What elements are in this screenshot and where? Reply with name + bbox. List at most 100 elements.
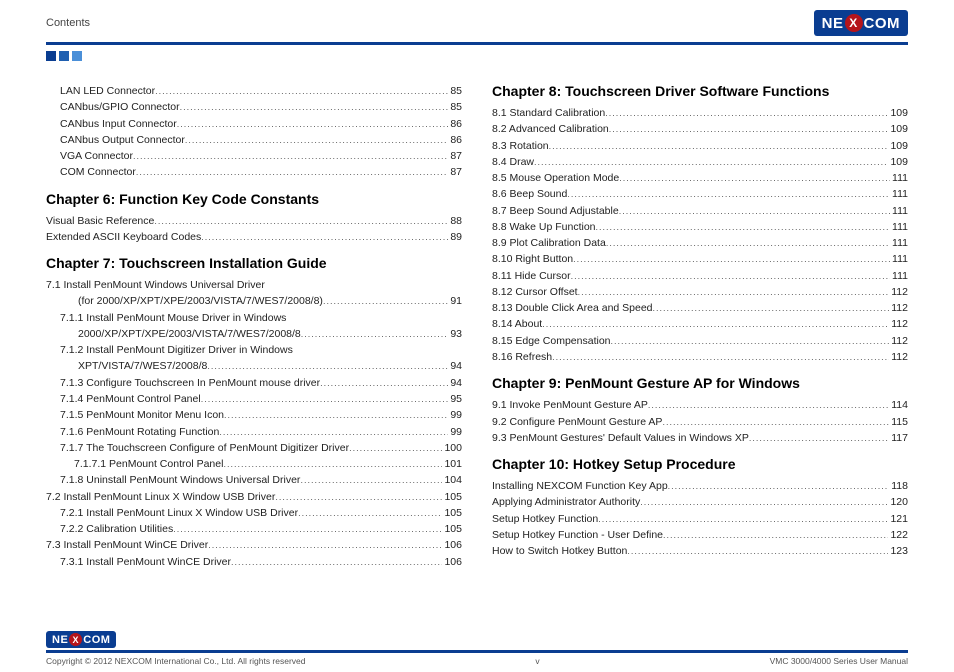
toc-entry[interactable]: Extended ASCII Keyboard Codes 89 — [46, 229, 462, 245]
toc-entry[interactable]: 8.5 Mouse Operation Mode111 — [492, 170, 908, 186]
decorative-squares — [46, 51, 954, 61]
toc-leader-dots — [573, 251, 890, 267]
toc-leader-dots — [155, 83, 448, 99]
toc-entry-page: 86 — [448, 132, 462, 148]
toc-entry-page: 112 — [889, 349, 908, 365]
toc-entry[interactable]: 8.16 Refresh112 — [492, 349, 908, 365]
toc-entry[interactable]: 7.1.2 Install PenMount Digitizer Driver … — [46, 342, 462, 358]
toc-entry[interactable]: 8.9 Plot Calibration Data111 — [492, 235, 908, 251]
toc-entry[interactable]: 8.2 Advanced Calibration109 — [492, 121, 908, 137]
toc-entry-label: 8.13 Double Click Area and Speed — [492, 300, 653, 316]
toc-entry-label: 7.1.2 Install PenMount Digitizer Driver … — [60, 342, 293, 358]
toc-entry-label: 2000/XP/XPT/XPE/2003/VISTA/7/WES7/2008/8 — [78, 326, 301, 342]
toc-entry-label: 8.8 Wake Up Function — [492, 219, 596, 235]
toc-entry[interactable]: 8.14 About112 — [492, 316, 908, 332]
toc-entry[interactable]: 8.4 Draw109 — [492, 154, 908, 170]
toc-entry[interactable]: Visual Basic Reference88 — [46, 213, 462, 229]
toc-entry[interactable]: 7.1.6 PenMount Rotating Function99 — [46, 424, 462, 440]
toc-leader-dots — [549, 138, 889, 154]
toc-entry[interactable]: Installing NEXCOM Function Key App118 — [492, 478, 908, 494]
chapter-7-title: Chapter 7: Touchscreen Installation Guid… — [46, 255, 462, 271]
toc-entry-page: 101 — [442, 456, 462, 472]
toc-entry-page: 106 — [442, 554, 462, 570]
toc-entry[interactable]: XPT/VISTA/7/WES7/2008/894 — [46, 358, 462, 374]
toc-leader-dots — [653, 300, 890, 316]
toc-entry-page: 106 — [442, 537, 462, 553]
toc-entry-page: 109 — [888, 105, 908, 121]
toc-entry[interactable]: 7.3 Install PenMount WinCE Driver106 — [46, 537, 462, 553]
right-column: Chapter 8: Touchscreen Driver Software F… — [492, 83, 908, 570]
toc-pre-list: LAN LED Connector85CANbus/GPIO Connector… — [46, 83, 462, 181]
toc-entry[interactable]: How to Switch Hotkey Button123 — [492, 543, 908, 559]
toc-entry[interactable]: 7.1.4 PenMount Control Panel95 — [46, 391, 462, 407]
toc-entry-page: 112 — [889, 316, 908, 332]
toc-leader-dots — [223, 456, 442, 472]
toc-entry[interactable]: VGA Connector87 — [46, 148, 462, 164]
toc-entry-page: 95 — [448, 391, 462, 407]
toc-entry[interactable]: 7.1.3 Configure Touchscreen In PenMount … — [46, 375, 462, 391]
toc-entry[interactable]: 8.13 Double Click Area and Speed112 — [492, 300, 908, 316]
toc-entry[interactable]: 8.6 Beep Sound 111 — [492, 186, 908, 202]
toc-entry[interactable]: 8.7 Beep Sound Adjustable111 — [492, 203, 908, 219]
toc-entry[interactable]: 7.2.1 Install PenMount Linux X Window US… — [46, 505, 462, 521]
toc-entry-page: 111 — [890, 186, 908, 202]
toc-entry-page: 91 — [448, 293, 462, 309]
toc-entry-label: 8.11 Hide Cursor — [492, 268, 571, 284]
toc-entry-label: CANbus Input Connector — [60, 116, 177, 132]
toc-entry[interactable]: 8.12 Cursor Offset112 — [492, 284, 908, 300]
toc-entry-label: 8.6 Beep Sound — [492, 186, 567, 202]
toc-entry[interactable]: CANbus Output Connector 86 — [46, 132, 462, 148]
toc-entry[interactable]: 7.3.1 Install PenMount WinCE Driver106 — [46, 554, 462, 570]
toc-entry[interactable]: Setup Hotkey Function121 — [492, 511, 908, 527]
toc-entry-page: 112 — [889, 284, 908, 300]
toc-entry-label: 7.1.8 Uninstall PenMount Windows Univers… — [60, 472, 300, 488]
toc-entry[interactable]: 7.1.5 PenMount Monitor Menu Icon99 — [46, 407, 462, 423]
toc-entry[interactable]: 7.2.2 Calibration Utilities105 — [46, 521, 462, 537]
header: Contents NEXCOM — [0, 0, 954, 36]
toc-entry[interactable]: 2000/XP/XPT/XPE/2003/VISTA/7/WES7/2008/8… — [46, 326, 462, 342]
toc-entry-page: 89 — [448, 229, 462, 245]
toc-entry[interactable]: 9.2 Configure PenMount Gesture AP115 — [492, 414, 908, 430]
toc-leader-dots — [173, 521, 442, 537]
toc-entry[interactable]: 7.2 Install PenMount Linux X Window USB … — [46, 489, 462, 505]
footer-rule — [46, 650, 908, 653]
toc-entry[interactable]: 9.1 Invoke PenMount Gesture AP114 — [492, 397, 908, 413]
toc-entry[interactable]: CANbus Input Connector86 — [46, 116, 462, 132]
toc-entry[interactable]: 7.1.8 Uninstall PenMount Windows Univers… — [46, 472, 462, 488]
toc-leader-dots — [207, 358, 448, 374]
toc-entry[interactable]: LAN LED Connector85 — [46, 83, 462, 99]
toc-leader-dots — [552, 349, 889, 365]
toc-entry-label: 7.2.2 Calibration Utilities — [60, 521, 173, 537]
toc-entry[interactable]: 8.8 Wake Up Function111 — [492, 219, 908, 235]
toc-entry-label: 8.10 Right Button — [492, 251, 573, 267]
toc-entry-label: VGA Connector — [60, 148, 133, 164]
toc-entry-page: 104 — [442, 472, 462, 488]
toc-entry[interactable]: CANbus/GPIO Connector85 — [46, 99, 462, 115]
toc-entry[interactable]: 9.3 PenMount Gestures' Default Values in… — [492, 430, 908, 446]
chapter-6-title: Chapter 6: Function Key Code Constants — [46, 191, 462, 207]
toc-leader-dots — [154, 213, 448, 229]
toc-leader-dots — [648, 397, 889, 413]
toc-entry[interactable]: 7.1.7 The Touchscreen Configure of PenMo… — [46, 440, 462, 456]
toc-entry[interactable]: Setup Hotkey Function - User Define122 — [492, 527, 908, 543]
toc-entry[interactable]: Applying Administrator Authority120 — [492, 494, 908, 510]
toc-leader-dots — [611, 333, 890, 349]
toc-entry-page: 115 — [889, 414, 908, 430]
toc-entry[interactable]: 8.3 Rotation109 — [492, 138, 908, 154]
contents-label: Contents — [46, 17, 90, 29]
toc-entry[interactable]: COM Connector87 — [46, 164, 462, 180]
toc-entry[interactable]: 8.11 Hide Cursor111 — [492, 268, 908, 284]
toc-entry[interactable]: 8.1 Standard Calibration109 — [492, 105, 908, 121]
toc-entry[interactable]: (for 2000/XP/XPT/XPE/2003/VISTA/7/WES7/2… — [46, 293, 462, 309]
toc-entry-label: 7.1.7 The Touchscreen Configure of PenMo… — [60, 440, 349, 456]
toc-entry-label: CANbus Output Connector — [60, 132, 185, 148]
toc-entry-label: Extended ASCII Keyboard Codes — [46, 229, 201, 245]
toc-entry[interactable]: 8.10 Right Button 111 — [492, 251, 908, 267]
toc-entry-page: 111 — [890, 251, 908, 267]
toc-entry[interactable]: 7.1 Install PenMount Windows Universal D… — [46, 277, 462, 293]
toc-entry[interactable]: 7.1.7.1 PenMount Control Panel101 — [46, 456, 462, 472]
toc-entry-label: How to Switch Hotkey Button — [492, 543, 627, 559]
chapter-9-title: Chapter 9: PenMount Gesture AP for Windo… — [492, 375, 908, 391]
toc-entry[interactable]: 7.1.1 Install PenMount Mouse Driver in W… — [46, 310, 462, 326]
toc-entry[interactable]: 8.15 Edge Compensation112 — [492, 333, 908, 349]
